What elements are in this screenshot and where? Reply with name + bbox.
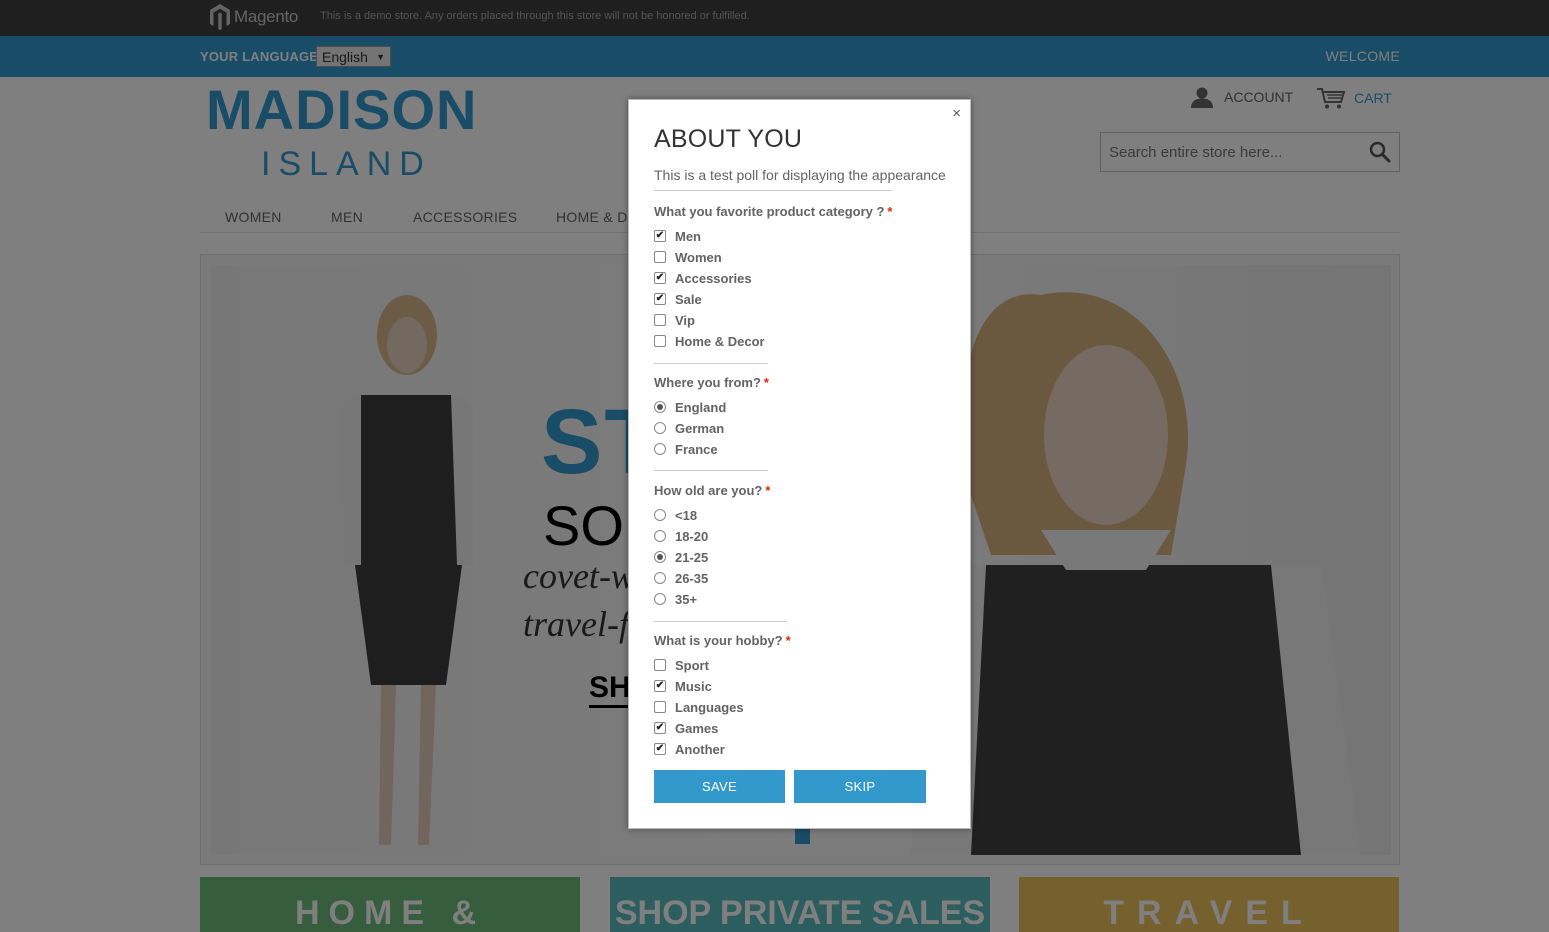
radio-option[interactable]: England [654, 398, 726, 416]
option-label[interactable]: Men [675, 229, 701, 244]
radio-option[interactable]: 21-25 [654, 548, 708, 566]
radio-option[interactable]: German [654, 419, 724, 437]
option-label[interactable]: Sport [675, 658, 709, 673]
close-icon[interactable]: × [952, 106, 961, 122]
option-label[interactable]: Music [675, 679, 712, 694]
option-label[interactable]: Home & Decor [675, 334, 765, 349]
radio-selected[interactable] [654, 401, 666, 413]
radio-option[interactable]: 35+ [654, 590, 697, 608]
option-label[interactable]: German [675, 421, 724, 436]
option-label[interactable]: Another [675, 742, 725, 757]
required-mark: * [765, 483, 771, 498]
option-label[interactable]: 21-25 [675, 550, 708, 565]
checkbox-option[interactable]: ✔ Music [654, 677, 712, 695]
checkbox-option[interactable]: ✔ Men [654, 227, 701, 245]
radio-unselected[interactable] [654, 593, 666, 605]
option-label[interactable]: Sale [675, 292, 702, 307]
question-text: What is your hobby? [654, 633, 783, 648]
option-label[interactable]: <18 [675, 508, 697, 523]
checkbox-unchecked[interactable] [654, 701, 666, 713]
poll-modal: × ABOUT YOU This is a test poll for disp… [628, 99, 971, 829]
modal-title: ABOUT YOU [654, 125, 803, 153]
option-label[interactable]: England [675, 400, 726, 415]
question-label: What is your hobby? * [654, 633, 791, 648]
option-label[interactable]: Vip [675, 313, 695, 328]
radio-unselected[interactable] [654, 443, 666, 455]
checkbox-option[interactable]: ✔ Another [654, 740, 725, 758]
question-text: What you favorite product category ? [654, 204, 885, 219]
checkbox-option[interactable]: ✔ Games [654, 719, 718, 737]
required-mark: * [785, 633, 791, 648]
question-text: Where you from? [654, 375, 761, 390]
checkbox-unchecked[interactable] [654, 659, 666, 671]
option-label[interactable]: 35+ [675, 592, 697, 607]
radio-unselected[interactable] [654, 509, 666, 521]
question-label: Where you from? * [654, 375, 769, 390]
checkbox-checked[interactable]: ✔ [654, 230, 666, 242]
save-button[interactable]: SAVE [654, 770, 785, 803]
checkbox-unchecked[interactable] [654, 314, 666, 326]
radio-option[interactable]: 18-20 [654, 527, 708, 545]
checkbox-unchecked[interactable] [654, 251, 666, 263]
checkbox-checked[interactable]: ✔ [654, 272, 666, 284]
question-label: How old are you? * [654, 483, 770, 498]
checkbox-checked[interactable]: ✔ [654, 293, 666, 305]
option-label[interactable]: France [675, 442, 718, 457]
radio-option[interactable]: 26-35 [654, 569, 708, 587]
question-divider [654, 363, 768, 364]
checkbox-option[interactable]: Women [654, 248, 722, 266]
question-divider [654, 470, 768, 471]
question-label: What you favorite product category ? * [654, 204, 892, 219]
radio-selected[interactable] [654, 551, 666, 563]
checkbox-unchecked[interactable] [654, 335, 666, 347]
checkbox-option[interactable]: Vip [654, 311, 695, 329]
checkbox-checked[interactable]: ✔ [654, 680, 666, 692]
radio-unselected[interactable] [654, 422, 666, 434]
skip-button[interactable]: SKIP [794, 770, 926, 803]
radio-option[interactable]: <18 [654, 506, 697, 524]
option-label[interactable]: 26-35 [675, 571, 708, 586]
required-mark: * [763, 375, 769, 390]
required-mark: * [887, 204, 893, 219]
checkbox-option[interactable]: Sport [654, 656, 709, 674]
modal-description: This is a test poll for displaying the a… [654, 167, 946, 191]
option-label[interactable]: Games [675, 721, 718, 736]
option-label[interactable]: Women [675, 250, 722, 265]
radio-option[interactable]: France [654, 440, 718, 458]
option-label[interactable]: Accessories [675, 271, 752, 286]
radio-unselected[interactable] [654, 572, 666, 584]
checkbox-option[interactable]: Home & Decor [654, 332, 765, 350]
checkbox-checked[interactable]: ✔ [654, 743, 666, 755]
checkbox-option[interactable]: ✔ Accessories [654, 269, 752, 287]
option-label[interactable]: 18-20 [675, 529, 708, 544]
option-label[interactable]: Languages [675, 700, 744, 715]
checkbox-checked[interactable]: ✔ [654, 722, 666, 734]
checkbox-option[interactable]: Languages [654, 698, 744, 716]
radio-unselected[interactable] [654, 530, 666, 542]
checkbox-option[interactable]: ✔ Sale [654, 290, 702, 308]
question-divider [654, 621, 787, 622]
question-text: How old are you? [654, 483, 763, 498]
